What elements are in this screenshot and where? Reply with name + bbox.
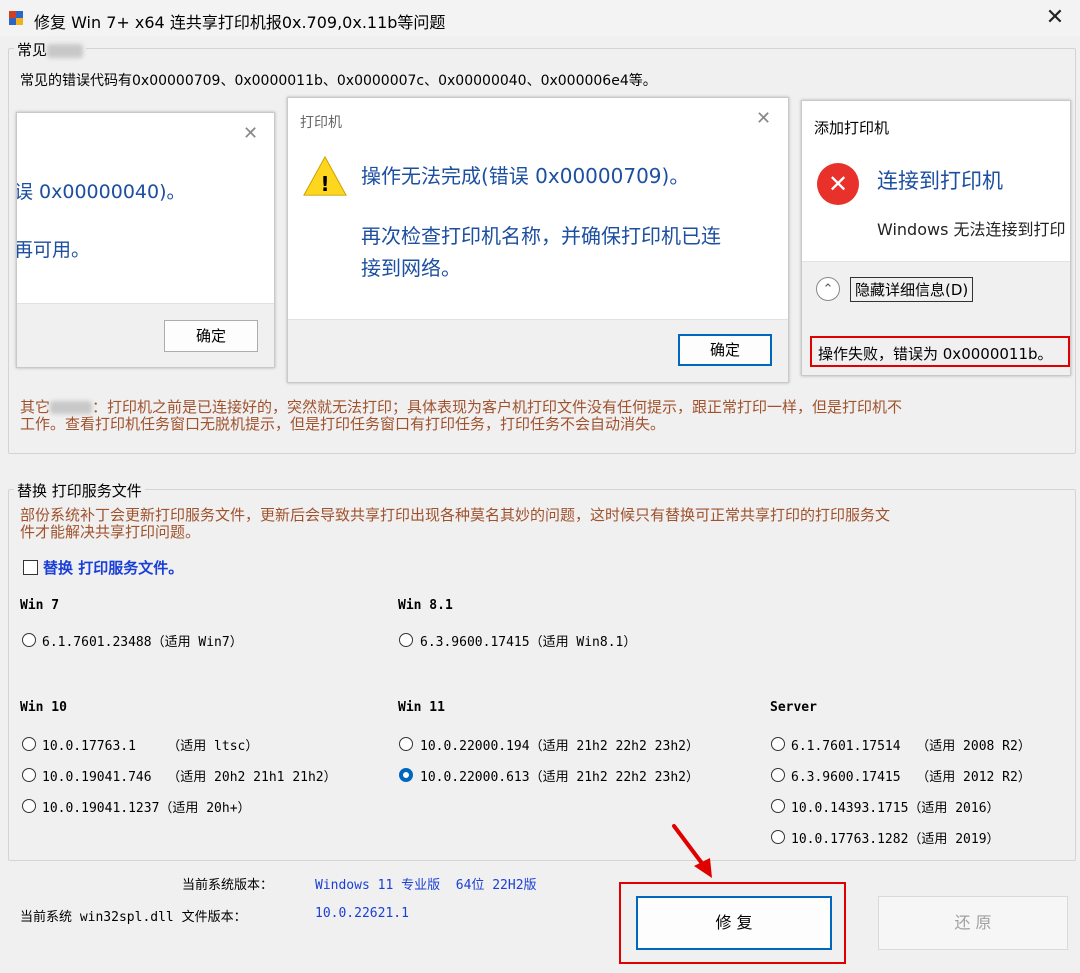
win81-heading: Win 8.1 [398,598,453,613]
os-version-value: Windows 11 专业版 64位 22H2版 [315,878,537,893]
radio-win7-1[interactable] [22,633,36,647]
dialog-close-icon[interactable]: ✕ [243,123,258,144]
other-issue-prefix: 其它 [20,398,51,416]
window-title: 修复 Win 7+ x64 连共享打印机报0x.709,0x.11b等问题 [34,13,446,32]
radio-win81-1[interactable] [399,633,413,647]
blurred-text [50,401,93,414]
dialog-detail-2: 接到网络。 [361,256,461,280]
radio-server-1[interactable] [771,737,785,751]
radio-label[interactable]: 10.0.22000.194（适用 21h2 22h2 23h2） [420,735,699,754]
window-close-button[interactable]: ✕ [1040,4,1070,32]
ok-button[interactable]: 确定 [678,334,772,366]
repair-button[interactable]: 修 复 [636,896,832,950]
dll-version-value: 10.0.22621.1 [315,906,409,921]
os-version-label: 当前系统版本： [182,878,274,893]
chevron-up-icon: ⌃ [822,282,834,297]
title-bar: 修复 Win 7+ x64 连共享打印机报0x.709,0x.11b等问题 ✕ [0,0,1080,36]
radio-server-3[interactable] [771,799,785,813]
radio-label[interactable]: 6.3.9600.17415（适用 Win8.1） [420,631,636,650]
replace-files-legend: 替换 打印服务文件 [14,480,145,501]
other-issue-text: 其它 ：打印机之前是已连接好的，突然就无法打印；具体表现为客户机打印文件没有任何提… [20,399,1060,433]
replace-files-checkbox[interactable] [23,560,38,575]
win11-heading: Win 11 [398,700,445,715]
dialog-error-11b: 添加打印机 ✕ 连接到打印机 Windows 无法连接到打印 ⌃ 隐藏详细信息(… [801,100,1071,376]
radio-server-2[interactable] [771,768,785,782]
warning-glyph: ! [320,172,330,196]
replace-description-line2: 件才能解决共享打印问题。 [20,523,201,541]
error-detail-text: 操作失败，错误为 0x0000011b。 [818,345,1053,363]
ok-button[interactable]: 确定 [164,320,258,352]
dialog-detail: 再可用。 [16,239,91,261]
radio-label[interactable]: 10.0.17763.1 （适用 ltsc） [42,735,258,754]
error-detail-highlight: 操作失败，错误为 0x0000011b。 [810,336,1070,367]
dialog-message: Windows 无法连接到打印 [877,220,1066,239]
radio-label[interactable]: 6.3.9600.17415 （适用 2012 R2） [791,766,1031,785]
error-codes-line: 常见的错误代码有0x00000709、0x0000011b、0x0000007c… [20,73,657,89]
radio-label[interactable]: 10.0.19041.746 （适用 20h2 21h1 21h2） [42,766,337,785]
dialog-message: 误 0x00000040)。 [16,181,186,203]
server-heading: Server [770,700,817,715]
dialog-heading: 连接到打印机 [877,169,1003,193]
error-icon-glyph: ✕ [827,170,849,198]
red-arrow-annotation [672,824,712,878]
radio-label[interactable]: 6.1.7601.17514 （适用 2008 R2） [791,735,1031,754]
other-issue-line1: ：打印机之前是已连接好的，突然就无法打印；具体表现为客户机打印文件没有任何提示，… [92,398,903,416]
dialog-detail-1: 再次检查打印机名称，并确保打印机已连 [361,224,721,248]
replace-description-line1: 部份系统补丁会更新打印服务文件，更新后会导致共享打印出现各种莫名其妙的问题，这时… [20,506,891,524]
win10-heading: Win 10 [20,700,67,715]
dialog-title: 添加打印机 [814,119,890,137]
radio-label[interactable]: 10.0.22000.613（适用 21h2 22h2 23h2） [420,766,699,785]
radio-win11-1[interactable] [399,737,413,751]
win7-heading: Win 7 [20,598,60,613]
printer-app-icon [9,11,23,25]
dialog-footer: ⌃ 隐藏详细信息(D) 操作失败，错误为 0x0000011b。 [802,261,1070,375]
radio-label[interactable]: 10.0.19041.1237（适用 20h+） [42,797,251,816]
radio-label[interactable]: 10.0.17763.1282（适用 2019） [791,828,1000,847]
radio-label[interactable]: 6.1.7601.23488（适用 Win7） [42,631,243,650]
collapse-chevron-icon[interactable]: ⌃ [816,277,840,301]
blurred-text [47,43,84,58]
dialog-title: 打印机 [300,115,342,131]
radio-win11-2-selected[interactable] [399,768,413,782]
dialog-message: 操作无法完成(错误 0x00000709)。 [361,164,690,188]
dll-version-label: 当前系统 win32spl.dll 文件版本： [20,910,247,925]
restore-button[interactable]: 还 原 [878,896,1068,950]
replace-description: 部份系统补丁会更新打印服务文件，更新后会导致共享打印出现各种莫名其妙的问题，这时… [20,507,1060,541]
replace-files-checkbox-label[interactable]: 替换 打印服务文件。 [43,557,183,578]
radio-win10-1[interactable] [22,737,36,751]
other-issue-line2: 工作。查看打印机任务窗口无脱机提示，但是打印任务窗口有打印任务，打印任务不会自动… [20,415,666,433]
dialog-error-40: ✕ 误 0x00000040)。 再可用。 确定 [16,112,275,368]
radio-server-4[interactable] [771,830,785,844]
dialog-footer: 确定 [17,303,274,367]
radio-label[interactable]: 10.0.14393.1715（适用 2016） [791,797,1000,816]
common-issues-legend: 常见 [14,39,87,60]
dialog-error-709: 打印机 ✕ ! 操作无法完成(错误 0x00000709)。 再次检查打印机名称… [287,97,789,383]
dialog-close-icon[interactable]: ✕ [756,108,771,129]
hide-details-toggle[interactable]: 隐藏详细信息(D) [850,277,974,302]
dialog-footer: 确定 [288,319,788,382]
radio-win10-2[interactable] [22,768,36,782]
radio-win10-3[interactable] [22,799,36,813]
